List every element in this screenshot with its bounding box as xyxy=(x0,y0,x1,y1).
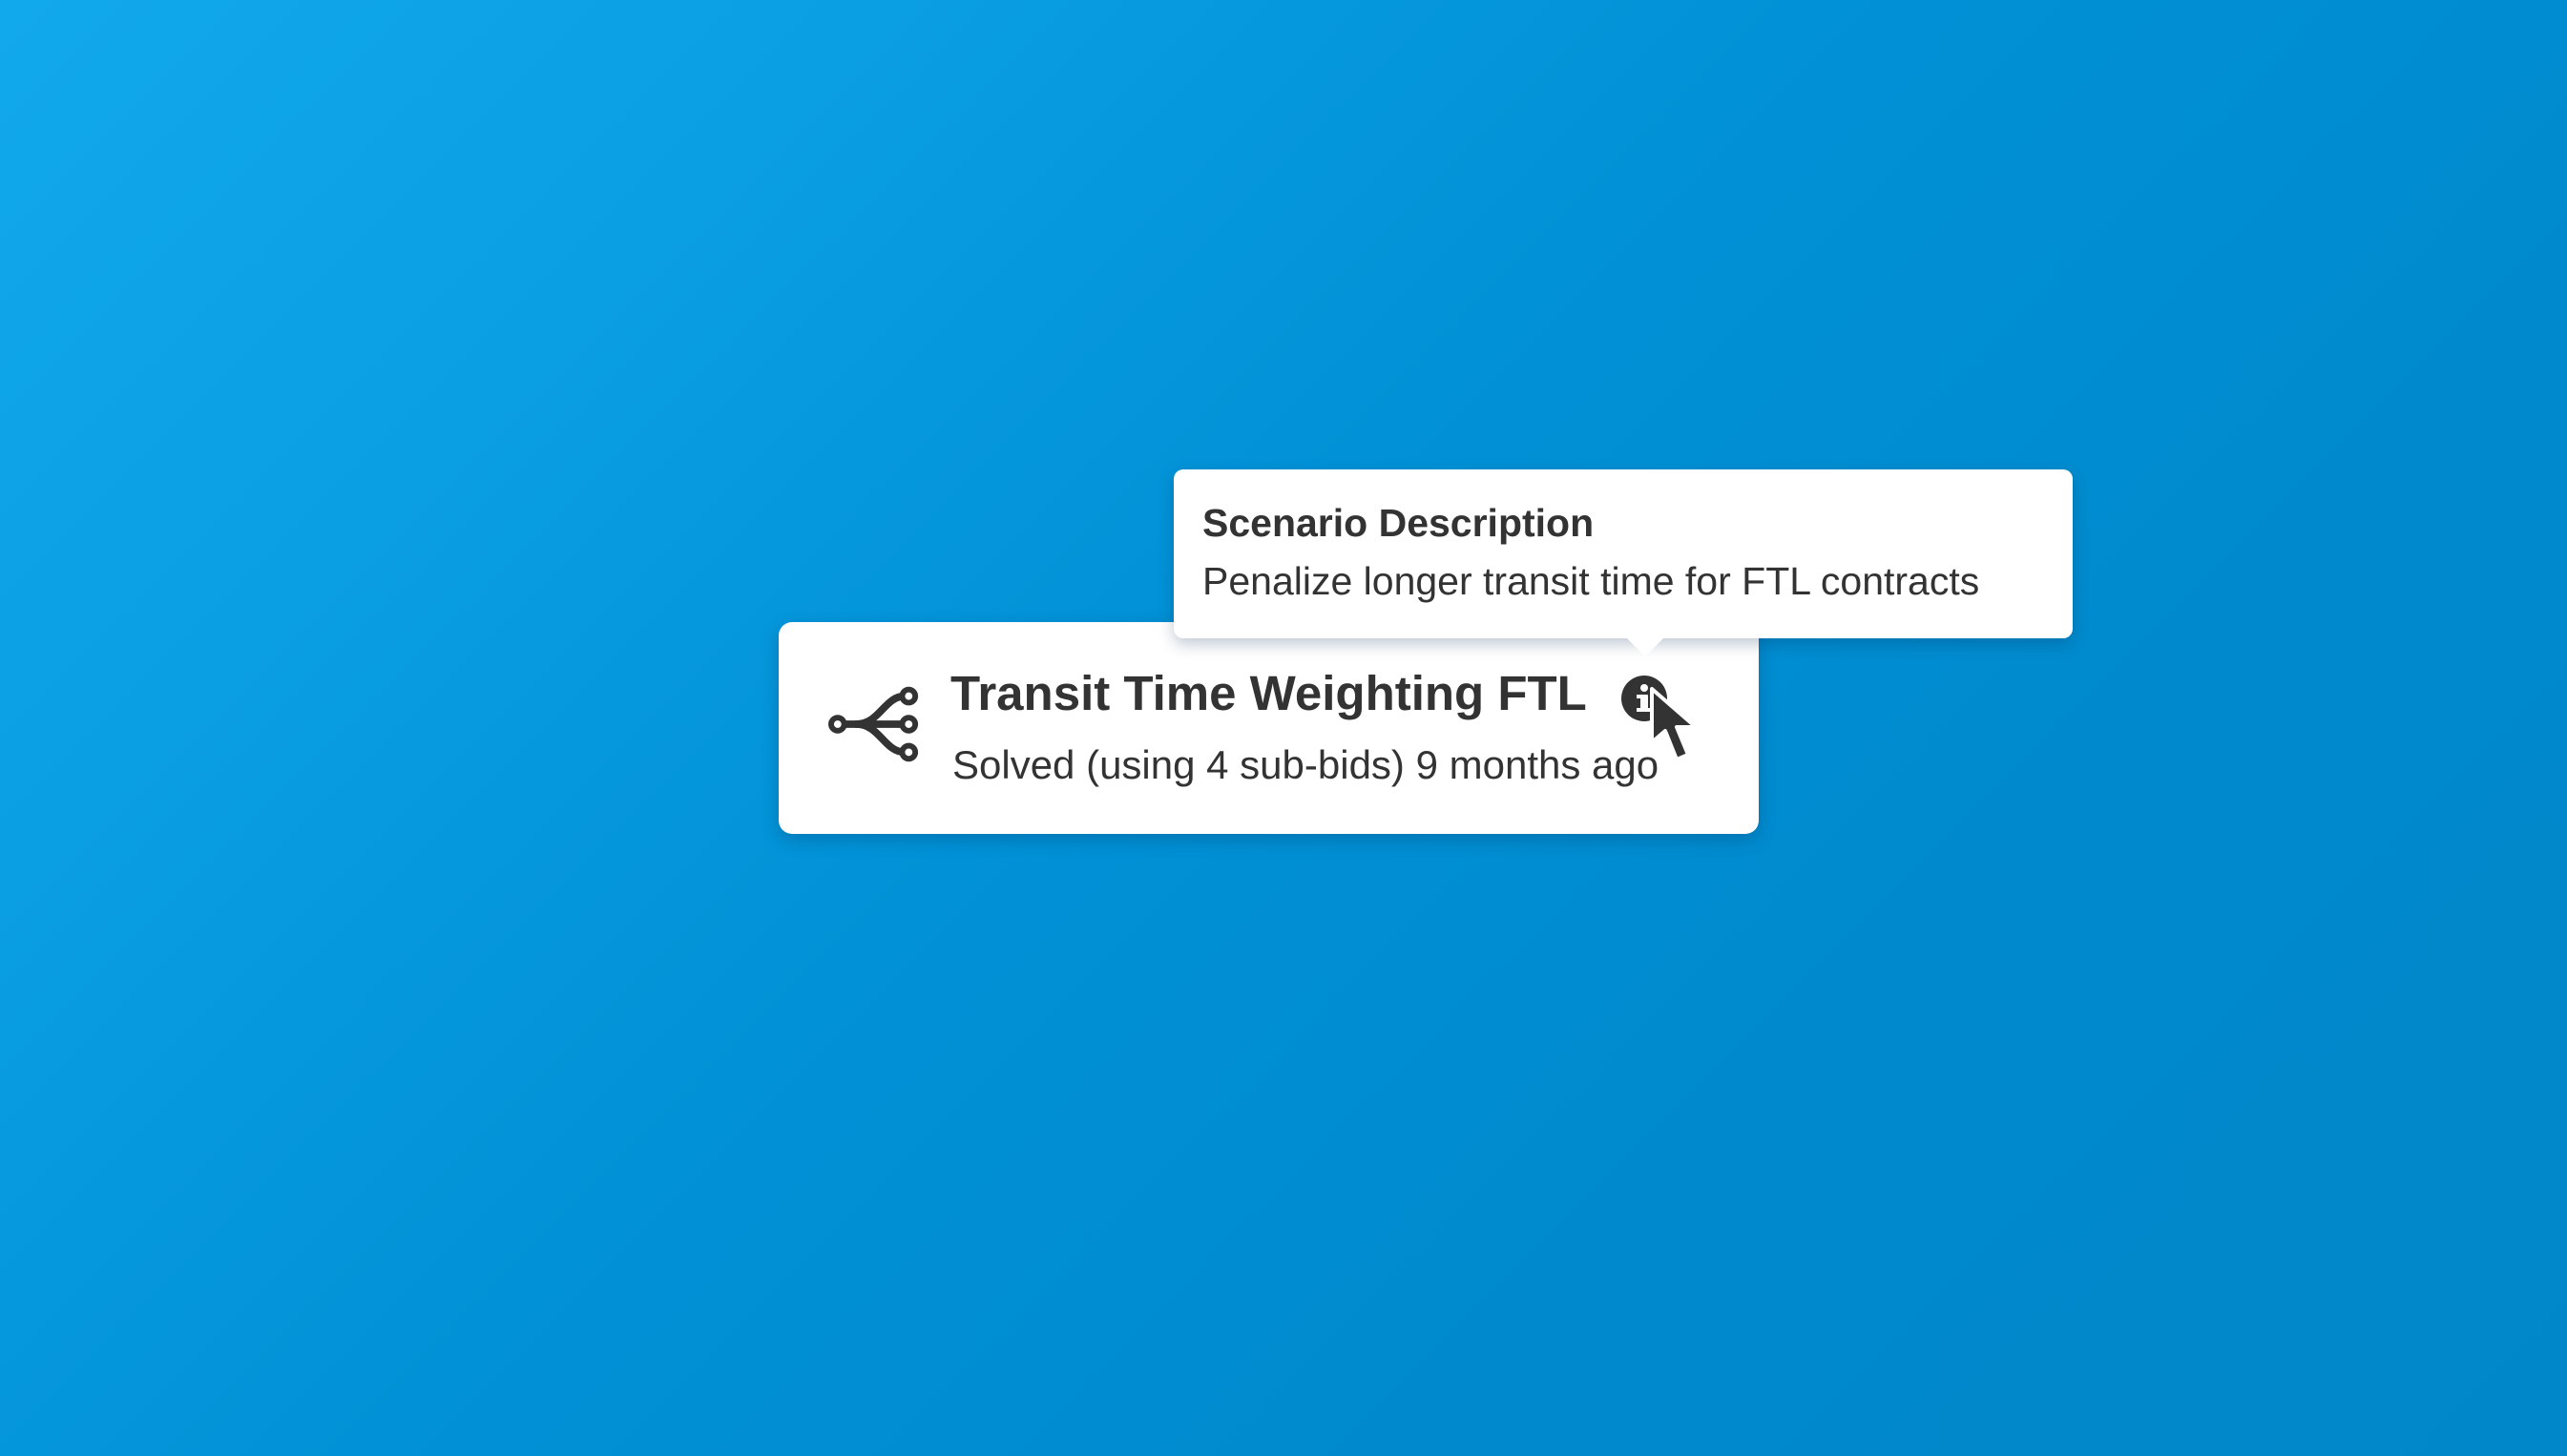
branch-fork-icon xyxy=(828,686,919,762)
info-icon[interactable] xyxy=(1620,675,1668,722)
tooltip-arrow xyxy=(1626,637,1664,656)
tooltip-description: Penalize longer transit time for FTL con… xyxy=(1202,559,1980,603)
scenario-card[interactable]: Transit Time Weighting FTL Solved (using… xyxy=(779,622,1759,834)
scenario-title[interactable]: Transit Time Weighting FTL xyxy=(950,664,1587,722)
tooltip-title: Scenario Description xyxy=(1202,501,1595,545)
scenario-status: Solved (using 4 sub-bids) 9 months ago xyxy=(952,742,1659,787)
scenario-description-tooltip: Scenario Description Penalize longer tra… xyxy=(1174,469,2073,656)
